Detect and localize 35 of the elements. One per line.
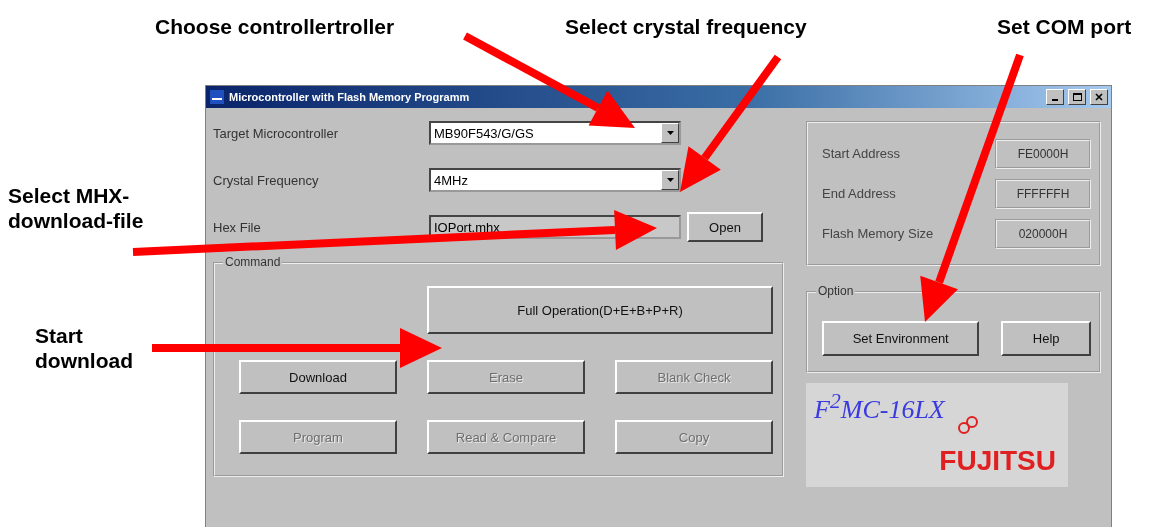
annotation-label: Start download: [35, 323, 133, 374]
annotation-label: Choose controllertroller: [155, 14, 395, 40]
close-button[interactable]: [1090, 89, 1108, 105]
close-icon: [1095, 93, 1103, 101]
field-label: Target Microcontroller: [213, 125, 339, 141]
dropdown[interactable]: 4MHz: [429, 168, 681, 192]
maximize-button[interactable]: [1068, 89, 1086, 105]
group-label: Command: [223, 255, 283, 269]
minimize-button[interactable]: [1046, 89, 1064, 105]
window-title: Microcontroller with Flash Memory Programm: [229, 91, 471, 103]
group-label: Option: [816, 284, 856, 298]
dropdown[interactable]: MB90F543/G/GS: [429, 121, 681, 145]
set-environment-button[interactable]: Set Environment: [822, 320, 980, 356]
product-logo: F$^{2}$MC-16LX: [814, 389, 945, 425]
info-value: 020000H: [995, 218, 1091, 249]
info-value: FE0000H: [995, 138, 1091, 169]
dropdown-arrow-icon: [666, 131, 674, 135]
info-label: End Address: [822, 186, 896, 201]
annotation-label: Set COM port: [997, 14, 1132, 40]
loops-icon: [956, 415, 980, 435]
full-operation-button[interactable]: Full Operation(D+E+B+P+R): [427, 286, 773, 334]
info-label: Flash Memory Size: [822, 226, 934, 241]
dropdown-arrow-icon: [666, 178, 674, 182]
open-button[interactable]: Open: [687, 212, 763, 242]
annotation-label: Select crystal frequency: [565, 14, 807, 40]
command-button[interactable]: Download: [239, 360, 397, 394]
app-icon: [209, 89, 225, 105]
info-value: FFFFFFH: [995, 178, 1091, 209]
annotation-label: Select MHX- download-file: [8, 183, 144, 234]
help-button[interactable]: Help: [1001, 320, 1091, 356]
maximize-icon: [1072, 93, 1082, 101]
brand-logo: FUJITSU: [939, 444, 1056, 477]
field-label: Crystal Frequency: [213, 172, 320, 188]
field-label: Hex File: [213, 219, 262, 235]
info-label: Start Address: [822, 146, 901, 161]
